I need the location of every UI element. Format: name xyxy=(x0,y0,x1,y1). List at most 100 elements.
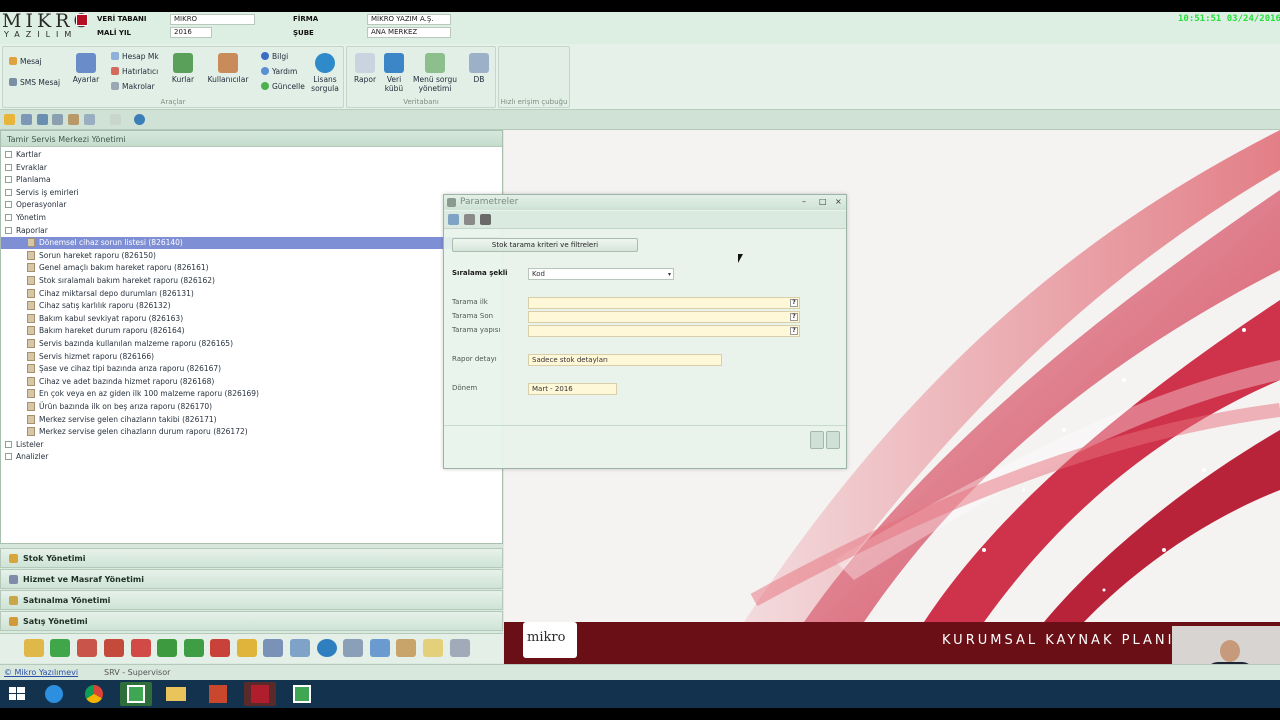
stock-criteria-button[interactable]: Stok tarama kriteri ve filtreleri xyxy=(452,238,638,252)
kurlar-button[interactable]: Kurlar xyxy=(170,53,196,84)
tools-icon[interactable] xyxy=(52,114,63,125)
share-icon[interactable] xyxy=(37,114,48,125)
module-icon-14[interactable] xyxy=(370,639,390,657)
favorites-icon[interactable] xyxy=(4,114,15,125)
cancel-button[interactable] xyxy=(826,431,840,449)
user-icon[interactable] xyxy=(68,114,79,125)
expand-icon[interactable] xyxy=(5,151,12,158)
maximize-button[interactable]: □ xyxy=(819,197,827,206)
powerpoint-icon[interactable] xyxy=(202,682,234,706)
app-mu-icon[interactable] xyxy=(244,682,276,706)
lookup-icon[interactable]: ? xyxy=(790,313,798,321)
kullanicilar-button[interactable]: Kullanıcılar xyxy=(206,53,250,84)
web-icon[interactable] xyxy=(134,114,145,125)
save-icon[interactable] xyxy=(480,214,491,225)
report-item[interactable]: Şase ve cihaz tipi bazında arıza raporu … xyxy=(1,363,501,375)
lisans-button[interactable]: Lisans sorgula xyxy=(309,53,341,93)
module-icon-3[interactable] xyxy=(77,639,97,657)
report-item[interactable]: Ürün bazında ilk on beş arıza raporu (82… xyxy=(1,401,501,413)
module-icon-7[interactable] xyxy=(184,639,204,657)
report-item[interactable]: Servis bazında kullanılan malzeme raporu… xyxy=(1,338,501,350)
expand-icon[interactable] xyxy=(5,214,12,221)
sms-button[interactable]: SMS Mesaj xyxy=(9,78,60,88)
branch-select[interactable]: ANA MERKEZ xyxy=(367,27,451,38)
report-item[interactable]: Dönemsel cihaz sorun listesi (826140) xyxy=(1,237,501,250)
bilgi-button[interactable]: Bilgi xyxy=(261,52,288,62)
report-item[interactable]: Bakım hareket durum raporu (826164) xyxy=(1,325,501,337)
expand-icon[interactable] xyxy=(5,226,12,234)
tree-node-top-5[interactable]: Yönetim xyxy=(1,212,501,224)
nav-satis[interactable]: Satış Yönetimi xyxy=(0,611,503,631)
module-icon-16[interactable] xyxy=(423,639,443,657)
close-button[interactable]: × xyxy=(835,197,842,206)
report-item[interactable]: Merkez servise gelen cihazların takibi (… xyxy=(1,414,501,426)
module-icon-11[interactable] xyxy=(290,639,310,657)
scan-structure-input[interactable]: ? xyxy=(528,325,800,337)
expand-icon[interactable] xyxy=(5,176,12,184)
menu-sorgu-button[interactable]: Menü sorgu yönetimi xyxy=(411,53,459,93)
lookup-icon[interactable]: ? xyxy=(790,299,798,307)
report-item[interactable]: Genel amaçlı bakım hareket raporu (82616… xyxy=(1,262,501,274)
module-icon-2[interactable] xyxy=(50,639,70,657)
makrolar-button[interactable]: Makrolar xyxy=(111,82,155,92)
yardim-button[interactable]: Yardım xyxy=(261,67,297,77)
tree-node-top-0[interactable]: Kartlar xyxy=(1,149,501,161)
report-item[interactable]: Cihaz ve adet bazında hizmet raporu (826… xyxy=(1,376,501,388)
window-icon[interactable] xyxy=(21,114,32,125)
file-explorer-icon[interactable] xyxy=(160,682,192,706)
report-item[interactable]: Bakım kabul sevkiyat raporu (826163) xyxy=(1,313,501,325)
ok-button[interactable] xyxy=(810,431,824,449)
tree-node-top-6[interactable]: Raporlar xyxy=(1,225,501,237)
tree-node-top-4[interactable]: Operasyonlar xyxy=(1,199,501,211)
vendor-link[interactable]: © Mikro Yazılımevi xyxy=(4,668,78,677)
expand-icon[interactable] xyxy=(5,453,12,461)
hatirlatici-button[interactable]: Hatırlatıcı xyxy=(111,67,158,77)
tree-node-top-2[interactable]: Planlama xyxy=(1,174,501,186)
report-item[interactable]: Stok sıralamalı bakım hareket raporu (82… xyxy=(1,275,501,287)
year-field[interactable]: 2016 xyxy=(170,27,212,38)
expand-icon[interactable] xyxy=(5,163,12,171)
report-item[interactable]: Servis hizmet raporu (826166) xyxy=(1,351,501,363)
mesaj-button[interactable]: Mesaj xyxy=(9,57,42,67)
scan-last-input[interactable]: ? xyxy=(528,311,800,323)
windows-start-icon[interactable] xyxy=(6,682,28,706)
firm-select[interactable]: MİKRO YAZIM A.Ş. xyxy=(367,14,451,25)
rapor-button[interactable]: Rapor xyxy=(351,53,379,84)
veri-kubu-button[interactable]: Veri kübü xyxy=(381,53,407,93)
report-item[interactable]: Cihaz miktarsal depo durumları (826131) xyxy=(1,288,501,300)
module-icon-8[interactable] xyxy=(210,639,230,657)
expand-icon[interactable] xyxy=(5,440,12,448)
ie-browser-icon[interactable] xyxy=(38,682,70,706)
guncelle-button[interactable]: Güncelle xyxy=(261,82,305,92)
blank-icon[interactable] xyxy=(110,114,121,125)
sort-select[interactable]: Kod ▾ xyxy=(528,268,674,280)
hesap-mk-button[interactable]: Hesap Mk xyxy=(111,52,159,62)
report-detail-select[interactable]: Sadece stok detayları xyxy=(528,354,722,366)
tree-node-top-3[interactable]: Servis iş emirleri xyxy=(1,187,501,199)
settings-icon[interactable] xyxy=(84,114,95,125)
module-icon-5[interactable] xyxy=(131,639,151,657)
period-input[interactable]: Mart - 2016 xyxy=(528,383,617,395)
print-icon[interactable] xyxy=(464,214,475,225)
module-icon-9[interactable] xyxy=(237,639,257,657)
run-icon[interactable] xyxy=(448,214,459,225)
tree-node-top-1[interactable]: Evraklar xyxy=(1,162,501,174)
chrome-browser-icon[interactable] xyxy=(78,682,110,706)
lookup-icon[interactable]: ? xyxy=(790,327,798,335)
scan-first-input[interactable]: ? xyxy=(528,297,800,309)
module-globe-icon[interactable] xyxy=(317,639,337,657)
module-icon-4[interactable] xyxy=(104,639,124,657)
report-item[interactable]: Sorun hareket raporu (826150) xyxy=(1,250,501,262)
module-wrench-icon[interactable] xyxy=(396,639,416,657)
expand-icon[interactable] xyxy=(5,201,12,209)
module-icon-1[interactable] xyxy=(24,639,44,657)
minimize-button[interactable]: – xyxy=(802,197,806,206)
mikro-app-icon-1[interactable] xyxy=(120,682,152,706)
module-icon-6[interactable] xyxy=(157,639,177,657)
module-icon-13[interactable] xyxy=(343,639,363,657)
tree-node-bottom-1[interactable]: Analizler xyxy=(1,451,501,463)
db-button[interactable]: DB xyxy=(467,53,491,84)
nav-stok[interactable]: Stok Yönetimi xyxy=(0,548,503,568)
db-field[interactable]: MIKRO xyxy=(170,14,255,25)
module-icon-17[interactable] xyxy=(450,639,470,657)
